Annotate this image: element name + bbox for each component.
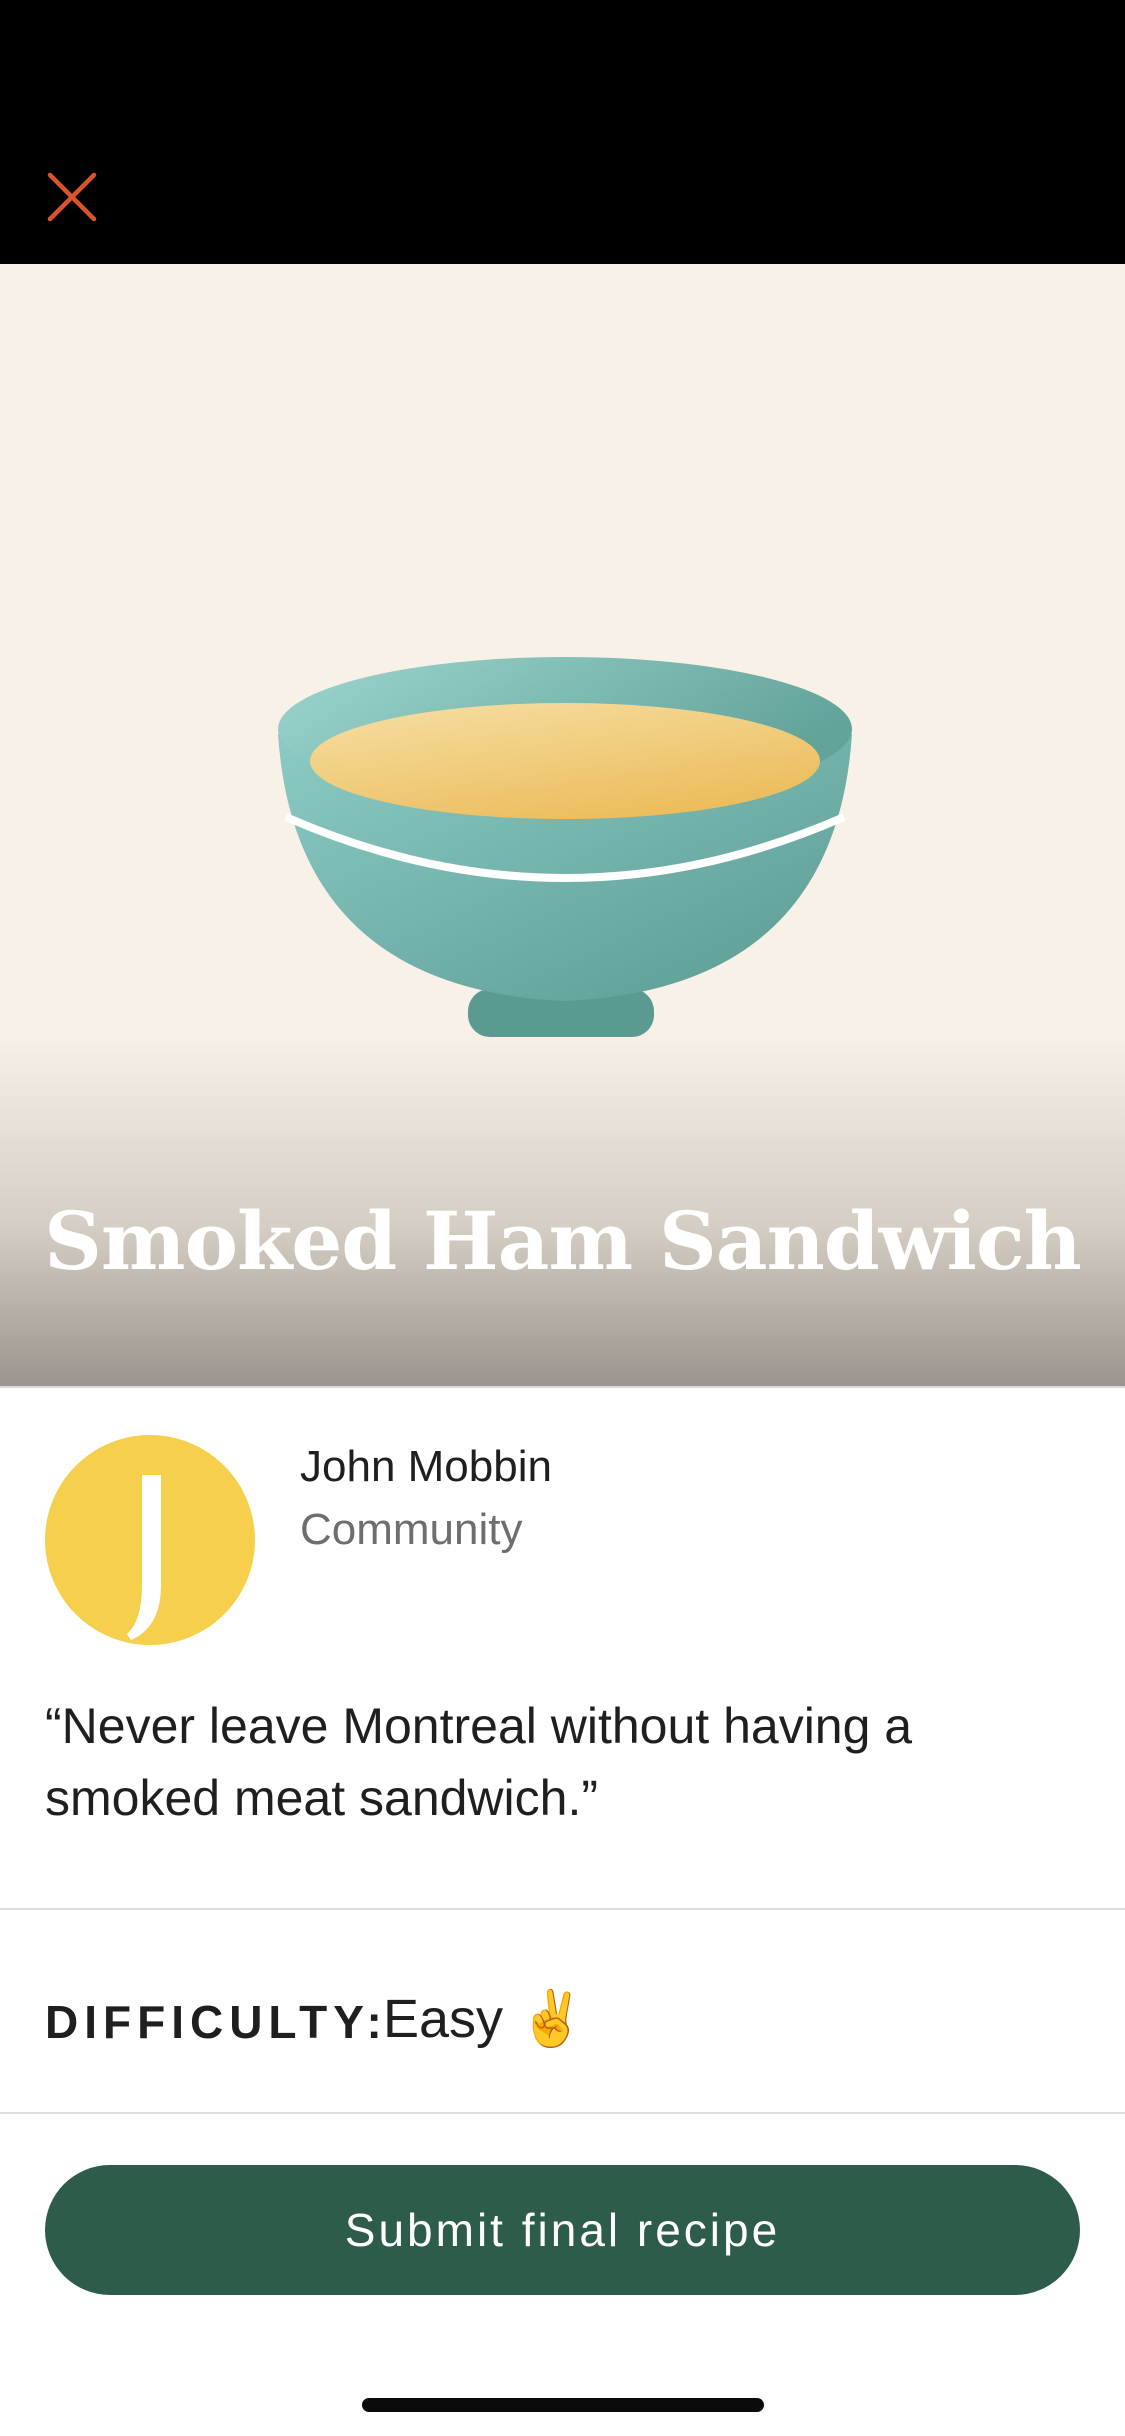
close-icon bbox=[47, 172, 97, 222]
divider bbox=[0, 1386, 1125, 1388]
divider bbox=[0, 2112, 1125, 2114]
author-type: Community bbox=[300, 1505, 523, 1554]
top-bar bbox=[0, 0, 1125, 264]
recipe-hero: Smoked Ham Sandwich bbox=[0, 264, 1125, 1386]
avatar-letter-logo bbox=[127, 1475, 161, 1640]
recipe-quote: “Never leave Montreal without having a s… bbox=[45, 1698, 913, 1826]
difficulty-label: DIFFICULTY: bbox=[45, 1996, 388, 2048]
submit-recipe-button[interactable]: Submit final recipe bbox=[45, 2165, 1080, 2295]
difficulty-value: Easy ✌️ bbox=[383, 1989, 586, 2049]
home-indicator[interactable] bbox=[362, 2398, 764, 2412]
author-avatar[interactable] bbox=[45, 1435, 255, 1645]
soup-bowl-icon bbox=[278, 657, 852, 1037]
divider bbox=[0, 1908, 1125, 1910]
recipe-title: Smoked Ham Sandwich bbox=[44, 1194, 1082, 1288]
close-button[interactable] bbox=[40, 165, 104, 229]
author-name[interactable]: John Mobbin bbox=[300, 1442, 552, 1492]
